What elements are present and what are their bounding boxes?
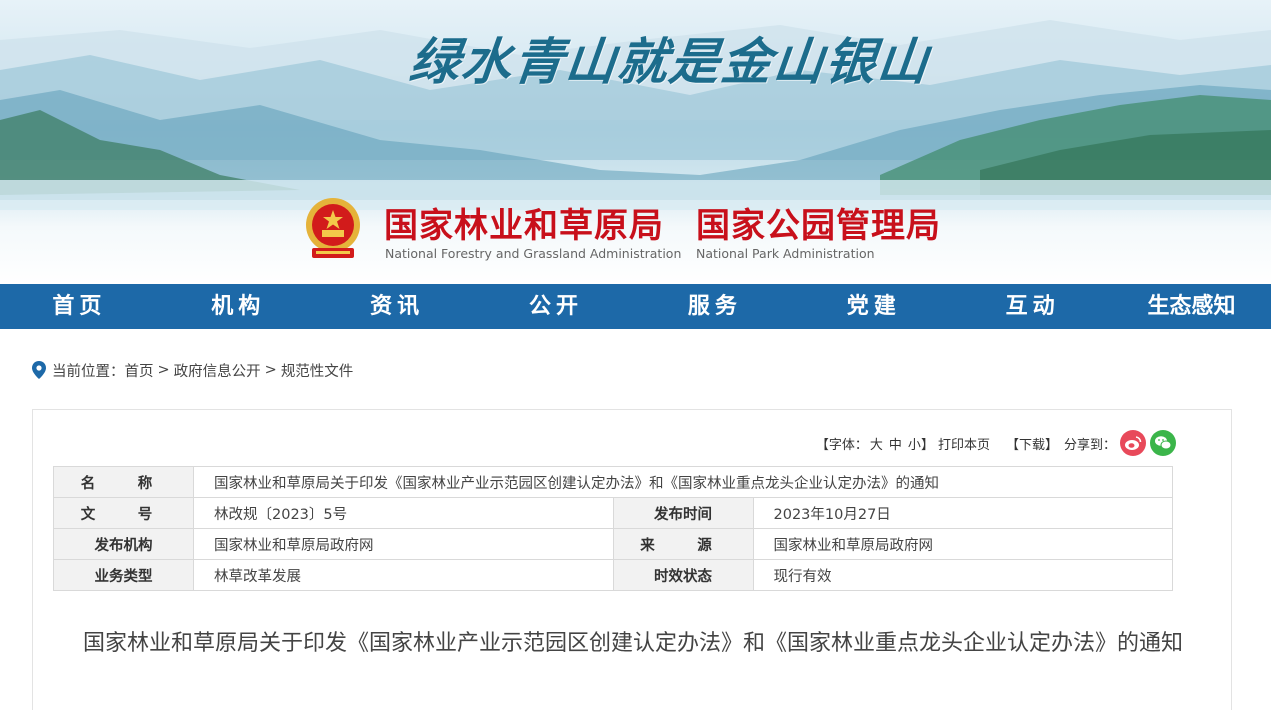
doc-number-value: 林改规〔2023〕5号: [193, 497, 614, 529]
location-pin-icon: [32, 361, 46, 379]
nav-disclosure[interactable]: 公开: [477, 284, 636, 329]
nav-institutions[interactable]: 机构: [159, 284, 318, 329]
slogan-calligraphy: 绿水青山就是金山银山: [406, 32, 933, 91]
nav-party[interactable]: 党建: [794, 284, 953, 329]
org-name-park: 国家公园管理局: [696, 206, 941, 246]
nav-interaction[interactable]: 互动: [953, 284, 1112, 329]
table-row: 名 称 国家林业和草原局关于印发《国家林业产业示范园区创建认定办法》和《国家林业…: [53, 466, 1173, 498]
font-size-large[interactable]: 大: [870, 434, 883, 453]
table-row: 文 号 林改规〔2023〕5号 发布时间 2023年10月27日: [53, 497, 1173, 529]
table-row: 业务类型 林草改革发展 时效状态 现行有效: [53, 559, 1173, 591]
article-panel: 【字体： 大 中 小 】 打印本页 【下载】 分享到： 名 称 国家林业和草原局…: [32, 409, 1232, 710]
font-size-small[interactable]: 小: [908, 434, 921, 453]
validity-status-value: 现行有效: [752, 559, 1173, 591]
name-label: 名 称: [53, 466, 194, 498]
breadcrumb-prefix: 当前位置：: [52, 363, 125, 380]
publish-time-value: 2023年10月27日: [752, 497, 1173, 529]
issuer-label: 发布机构: [53, 528, 194, 560]
validity-status-label: 时效状态: [612, 559, 754, 591]
download-link[interactable]: 【下载】: [1006, 434, 1058, 453]
nav-home[interactable]: 首页: [0, 284, 159, 329]
header-banner: 绿水青山就是金山银山 国家林业和草原局 国家公园管理局 National For…: [0, 0, 1271, 284]
breadcrumb-home[interactable]: 首页: [125, 360, 154, 381]
publish-time-label: 发布时间: [612, 497, 754, 529]
breadcrumb-separator: >: [157, 362, 170, 378]
nav-eco-perception[interactable]: 生态感知: [1112, 284, 1271, 329]
doc-number-label: 文 号: [53, 497, 194, 529]
wechat-share-icon[interactable]: [1150, 430, 1176, 456]
main-nav: 首页 机构 资讯 公开 服务 党建 互动 生态感知: [0, 284, 1271, 329]
source-value: 国家林业和草原局政府网: [752, 528, 1173, 560]
org-name-forestry-en: National Forestry and Grassland Administ…: [385, 246, 682, 261]
font-size-suffix: 】: [920, 437, 934, 453]
font-size-prefix: 【字体：: [815, 437, 868, 453]
table-row: 发布机构 国家林业和草原局政府网 来 源 国家林业和草原局政府网: [53, 528, 1173, 560]
national-emblem-icon: [306, 198, 360, 258]
breadcrumb-separator: >: [264, 362, 277, 378]
business-type-value: 林草改革发展: [193, 559, 614, 591]
weibo-share-icon[interactable]: [1120, 430, 1146, 456]
share-label: 分享到：: [1063, 437, 1116, 453]
nav-news[interactable]: 资讯: [318, 284, 477, 329]
business-type-label: 业务类型: [53, 559, 194, 591]
document-title: 国家林业和草原局关于印发《国家林业产业示范园区创建认定办法》和《国家林业重点龙头…: [83, 631, 1184, 656]
breadcrumb: 当前位置： 首页 > 政府信息公开 > 规范性文件: [32, 360, 353, 380]
source-label: 来 源: [612, 528, 754, 560]
print-page-link[interactable]: 打印本页: [938, 434, 990, 453]
breadcrumb-gov-info[interactable]: 政府信息公开: [174, 360, 261, 381]
font-size-medium[interactable]: 中: [889, 434, 902, 453]
org-name-park-en: National Park Administration: [696, 246, 875, 261]
breadcrumb-normative-docs[interactable]: 规范性文件: [281, 360, 354, 381]
article-toolbar: 【字体： 大 中 小 】 打印本页 【下载】 分享到：: [816, 430, 1176, 456]
document-metadata-table: 名 称 国家林业和草原局关于印发《国家林业产业示范园区创建认定办法》和《国家林业…: [53, 466, 1173, 591]
org-name-forestry: 国家林业和草原局: [384, 206, 664, 246]
name-value: 国家林业和草原局关于印发《国家林业产业示范园区创建认定办法》和《国家林业重点龙头…: [193, 466, 1173, 498]
nav-services[interactable]: 服务: [636, 284, 795, 329]
issuer-value: 国家林业和草原局政府网: [193, 528, 614, 560]
